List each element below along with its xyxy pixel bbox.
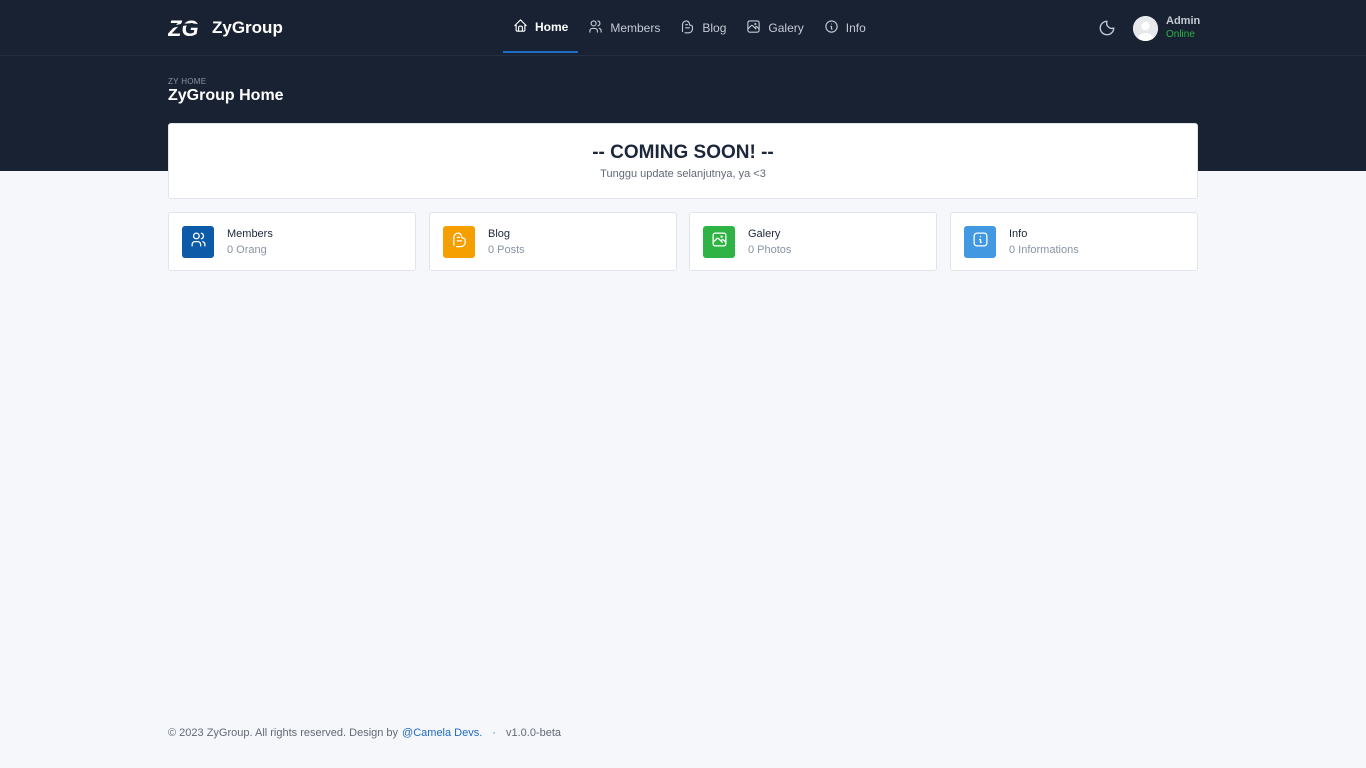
brand-logo-icon: ZG <box>168 14 204 42</box>
stat-value: 0 Informations <box>1009 243 1079 256</box>
photo-icon <box>746 19 761 37</box>
stat-label: Info <box>1009 227 1028 240</box>
page-title: ZyGroup Home <box>168 87 284 104</box>
footer-copyright: © 2023 ZyGroup. All rights reserved. Des… <box>168 727 399 739</box>
coming-soon-card: -- COMING SOON! -- Tunggu update selanju… <box>168 123 1198 199</box>
nav-label-info: Info <box>845 21 866 35</box>
nav-item-members[interactable]: Members <box>578 3 670 53</box>
coming-soon-subtitle: Tunggu update selanjutnya, ya <3 <box>600 168 766 180</box>
svg-text:ZG: ZG <box>168 16 199 41</box>
avatar <box>1133 15 1158 41</box>
nav-label-home: Home <box>535 20 569 34</box>
stat-label: Members <box>227 227 273 240</box>
stats-row: Members 0 Orang Blog 0 Posts Galery 0 Ph… <box>168 212 1198 271</box>
stat-card-info[interactable]: Info 0 Informations <box>950 212 1198 271</box>
user-menu[interactable]: Admin Online <box>1133 14 1200 42</box>
nav-label-galery: Galery <box>768 21 804 35</box>
info-icon <box>824 19 839 37</box>
footer: © 2023 ZyGroup. All rights reserved. Des… <box>168 727 561 739</box>
stat-value: 0 Posts <box>488 243 525 256</box>
stat-value: 0 Orang <box>227 243 267 256</box>
stat-icon-info <box>964 225 996 258</box>
stat-label: Blog <box>488 227 511 240</box>
user-status: Online <box>1166 29 1195 40</box>
nav-label-blog: Blog <box>702 21 727 35</box>
footer-version: v1.0.0-beta <box>505 727 562 739</box>
home-icon <box>513 18 528 36</box>
moon-icon <box>1098 20 1116 41</box>
blog-icon <box>451 231 468 253</box>
theme-toggle-button[interactable] <box>1098 19 1116 37</box>
brand[interactable]: ZG ZyGroup <box>168 14 283 42</box>
nav-item-galery[interactable]: Galery <box>736 3 813 53</box>
stat-card-blog[interactable]: Blog 0 Posts <box>429 212 677 271</box>
photo-icon <box>711 231 728 253</box>
stat-icon-galery <box>703 225 735 258</box>
stat-label: Galery <box>748 227 781 240</box>
nav-item-blog[interactable]: Blog <box>670 3 736 53</box>
info-icon <box>972 231 989 253</box>
page-pretitle: ZY HOME <box>168 77 207 86</box>
stat-value: 0 Photos <box>748 243 792 256</box>
top-navbar: ZG ZyGroup Home Members Blog Galery Info… <box>0 0 1366 56</box>
main-nav: Home Members Blog Galery Info <box>503 0 876 56</box>
blog-icon <box>680 19 695 37</box>
nav-item-home[interactable]: Home <box>503 3 579 53</box>
nav-label-members: Members <box>610 21 661 35</box>
user-name: Admin <box>1166 15 1201 27</box>
nav-item-info[interactable]: Info <box>814 3 876 53</box>
brand-name: ZyGroup <box>212 18 283 37</box>
users-icon <box>588 19 603 37</box>
users-icon <box>190 231 207 253</box>
footer-designer-link[interactable]: @Camela Devs. <box>402 727 482 739</box>
stat-icon-blog <box>443 225 475 258</box>
footer-separator: · <box>492 727 496 739</box>
stat-card-members[interactable]: Members 0 Orang <box>168 212 416 271</box>
stat-card-galery[interactable]: Galery 0 Photos <box>689 212 937 271</box>
stat-icon-members <box>182 225 214 258</box>
coming-soon-title: -- COMING SOON! -- <box>592 142 774 163</box>
